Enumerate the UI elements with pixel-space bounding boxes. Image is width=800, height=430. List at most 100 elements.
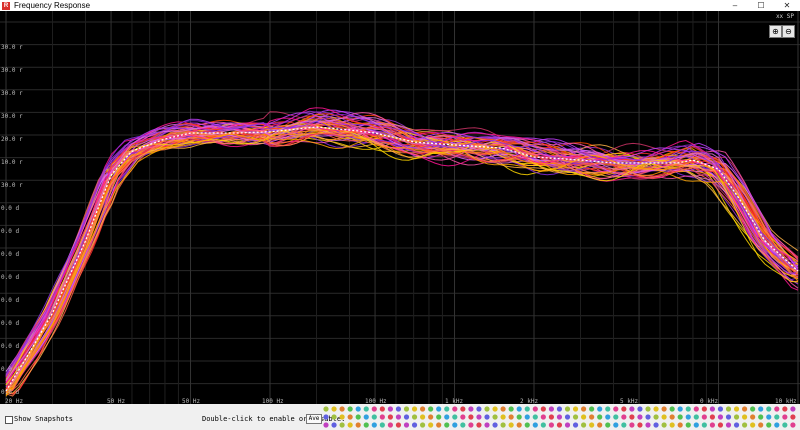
trace-toggle-dot[interactable] (766, 422, 772, 428)
zoom-in-icon[interactable]: ⊕ (769, 25, 782, 38)
trace-toggle-dot[interactable] (339, 414, 345, 420)
trace-toggle-dot[interactable] (701, 422, 707, 428)
trace-toggle-dot[interactable] (492, 422, 498, 428)
trace-toggle-dot[interactable] (508, 422, 514, 428)
trace-toggle-dot[interactable] (508, 414, 514, 420)
trace-toggle-dot[interactable] (774, 422, 780, 428)
trace-toggle-dot[interactable] (436, 422, 442, 428)
trace-toggle-dot[interactable] (556, 422, 563, 428)
trace-toggle-dot[interactable] (363, 422, 369, 428)
trace-toggle-dot[interactable] (733, 406, 740, 412)
trace-toggle-dot[interactable] (653, 422, 659, 428)
trace-toggle-dot[interactable] (782, 406, 788, 412)
trace-toggle-dot[interactable] (564, 422, 571, 428)
trace-toggle-dot[interactable] (572, 406, 579, 412)
trace-toggle-dot[interactable] (645, 414, 651, 420)
trace-toggle-dot[interactable] (532, 414, 538, 420)
trace-toggle-dot[interactable] (395, 422, 402, 428)
trace-toggle-dot[interactable] (669, 414, 675, 420)
trace-toggle-dot[interactable] (500, 414, 506, 420)
trace-toggle-dot[interactable] (387, 422, 393, 428)
trace-toggle-dot[interactable] (572, 414, 579, 420)
trace-toggle-dot[interactable] (468, 414, 474, 420)
trace-toggle-dot[interactable] (379, 406, 385, 412)
trace-toggle-dot[interactable] (613, 414, 619, 420)
trace-toggle-dot[interactable] (524, 414, 530, 420)
trace-toggle-dot[interactable] (347, 406, 353, 412)
trace-toggle-dot[interactable] (701, 414, 707, 420)
minimize-button[interactable]: – (722, 0, 748, 11)
trace-toggle-dot[interactable] (685, 414, 691, 420)
trace-toggle-dot[interactable] (669, 406, 675, 412)
trace-toggle-dot[interactable] (516, 422, 522, 428)
trace-toggle-dot[interactable] (766, 406, 772, 412)
trace-toggle-dot[interactable] (717, 406, 724, 412)
close-button[interactable]: ✕ (774, 0, 800, 11)
trace-toggle-dot[interactable] (709, 414, 715, 420)
trace-toggle-dot[interactable] (460, 406, 466, 412)
trace-toggle-dot[interactable] (629, 422, 635, 428)
trace-toggle-dot[interactable] (476, 422, 482, 428)
trace-toggle-dot[interactable] (524, 406, 530, 412)
trace-toggle-dot[interactable] (605, 406, 611, 412)
trace-toggle-dot[interactable] (484, 406, 490, 412)
trace-toggle-dot[interactable] (637, 406, 643, 412)
trace-toggle-dot[interactable] (709, 406, 715, 412)
trace-toggle-dot[interactable] (516, 414, 522, 420)
trace-toggle-dot[interactable] (403, 422, 410, 428)
trace-toggle-dot[interactable] (581, 406, 587, 412)
trace-toggle-dot[interactable] (597, 414, 603, 420)
trace-toggle-dot[interactable] (613, 406, 619, 412)
ave-button[interactable]: Ave (306, 414, 322, 424)
trace-toggle-dot[interactable] (516, 406, 522, 412)
trace-toggle-dot[interactable] (331, 406, 337, 412)
trace-toggle-dot[interactable] (645, 406, 651, 412)
trace-toggle-dot[interactable] (379, 422, 385, 428)
trace-toggle-dot[interactable] (379, 414, 385, 420)
trace-toggle-dot[interactable] (733, 422, 740, 428)
trace-toggle-dot[interactable] (758, 406, 764, 412)
trace-toggle-dot[interactable] (790, 406, 796, 412)
trace-toggle-dot[interactable] (363, 406, 369, 412)
trace-toggle-dot[interactable] (556, 414, 563, 420)
trace-toggle-dot[interactable] (444, 422, 450, 428)
trace-toggle-dot[interactable] (661, 422, 667, 428)
trace-toggle-dot[interactable] (540, 414, 546, 420)
trace-toggle-dot[interactable] (323, 422, 329, 428)
trace-toggle-dot[interactable] (733, 414, 740, 420)
trace-toggle-dot[interactable] (508, 406, 514, 412)
plot-canvas[interactable] (0, 11, 800, 404)
trace-toggle-dot[interactable] (436, 414, 442, 420)
trace-toggle-dot[interactable] (387, 414, 393, 420)
trace-toggle-dot[interactable] (637, 422, 643, 428)
trace-toggle-dot[interactable] (468, 422, 474, 428)
show-snapshots-checkbox[interactable] (5, 416, 13, 424)
trace-toggle-dot[interactable] (484, 414, 490, 420)
trace-toggle-dot[interactable] (669, 422, 675, 428)
trace-toggle-dot[interactable] (452, 422, 458, 428)
trace-toggle-dot[interactable] (685, 422, 691, 428)
trace-toggle-dot[interactable] (589, 406, 595, 412)
trace-toggle-dot[interactable] (428, 414, 434, 420)
trace-toggle-dot[interactable] (444, 406, 450, 412)
trace-toggle-dot[interactable] (774, 414, 780, 420)
trace-toggle-dot[interactable] (339, 406, 345, 412)
trace-toggle-dot[interactable] (492, 414, 498, 420)
trace-toggle-dot[interactable] (774, 406, 780, 412)
trace-toggle-dot[interactable] (403, 406, 410, 412)
trace-toggle-dot[interactable] (717, 414, 724, 420)
trace-toggle-dot[interactable] (717, 422, 724, 428)
trace-toggle-dot[interactable] (331, 422, 337, 428)
trace-toggle-dot[interactable] (693, 406, 699, 412)
trace-toggle-dot[interactable] (621, 414, 627, 420)
maximize-button[interactable]: ☐ (748, 0, 774, 11)
trace-toggle-dot[interactable] (701, 406, 707, 412)
trace-toggle-dot[interactable] (484, 422, 490, 428)
trace-toggle-dot[interactable] (725, 414, 732, 420)
trace-toggle-dot[interactable] (500, 406, 506, 412)
trace-toggle-dot[interactable] (572, 422, 579, 428)
trace-toggle-dot[interactable] (355, 414, 361, 420)
trace-toggle-dot[interactable] (621, 422, 627, 428)
trace-toggle-dot[interactable] (653, 406, 659, 412)
trace-toggle-dot[interactable] (548, 414, 554, 420)
